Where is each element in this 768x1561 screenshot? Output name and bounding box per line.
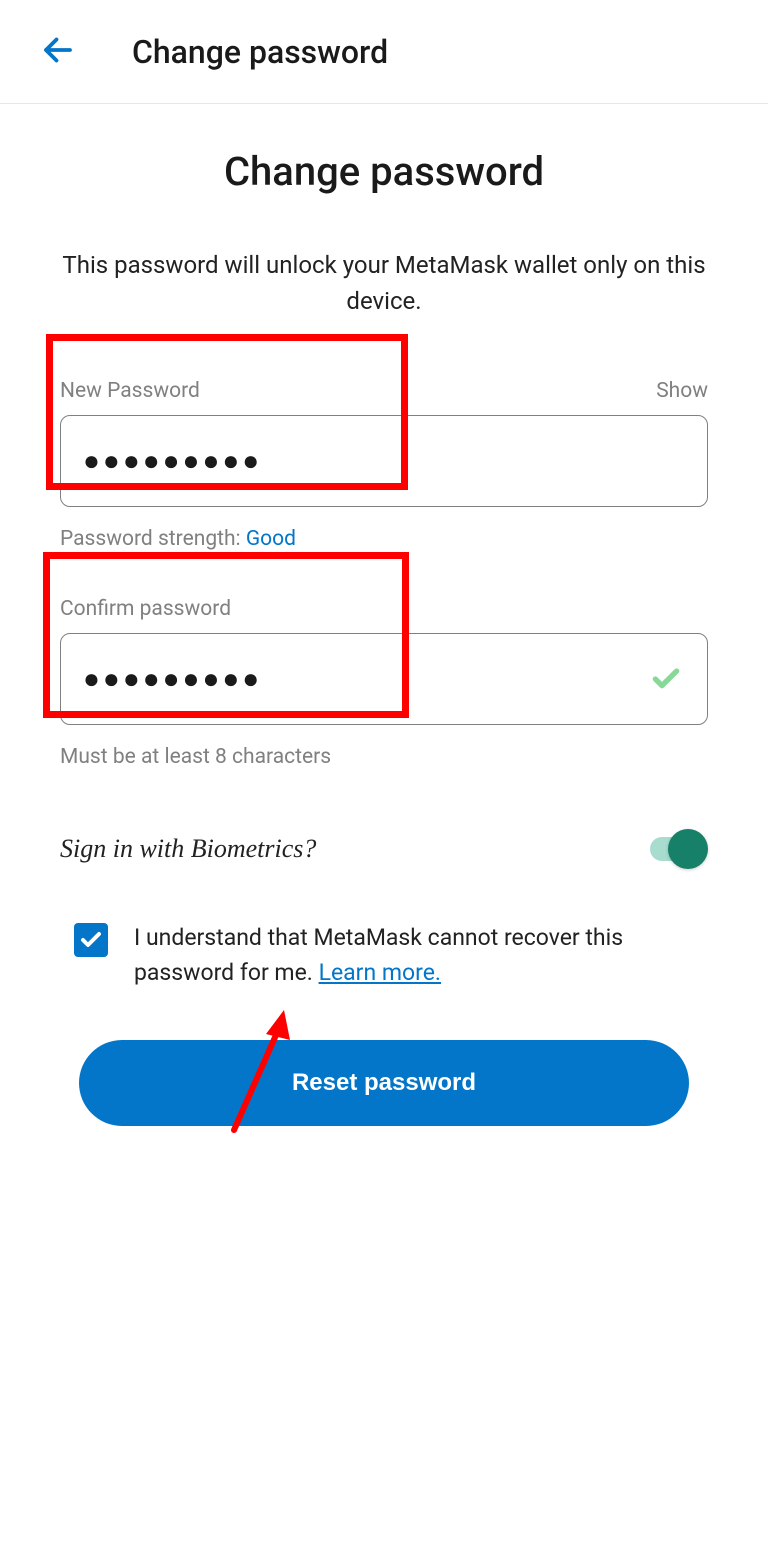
biometrics-label: Sign in with Biometrics?	[60, 834, 316, 864]
biometrics-toggle[interactable]	[650, 829, 708, 869]
confirm-password-hint: Must be at least 8 characters	[60, 745, 708, 769]
password-strength-value: Good	[246, 527, 296, 551]
form: New Password Show Password strength: Goo…	[0, 379, 768, 1126]
back-button[interactable]	[40, 32, 76, 72]
checkbox-check-icon	[79, 928, 103, 952]
page-title: Change password	[0, 148, 768, 195]
header: Change password	[0, 0, 768, 104]
disclaimer-checkbox[interactable]	[74, 923, 108, 957]
disclaimer-text: I understand that MetaMask cannot recove…	[134, 921, 708, 990]
new-password-input[interactable]	[60, 415, 708, 507]
password-strength-label: Password strength:	[60, 527, 246, 551]
biometrics-row: Sign in with Biometrics?	[60, 829, 708, 869]
show-password-toggle[interactable]: Show	[656, 379, 708, 403]
learn-more-link[interactable]: Learn more.	[319, 959, 441, 986]
header-title: Change password	[132, 33, 388, 71]
disclaimer-row: I understand that MetaMask cannot recove…	[60, 921, 708, 990]
confirm-password-field-wrapper: Confirm password Must be at least 8 char…	[60, 597, 708, 769]
new-password-field-wrapper: New Password Show Password strength: Goo…	[60, 379, 708, 551]
password-strength: Password strength: Good	[60, 527, 708, 551]
new-password-label: New Password	[60, 379, 200, 403]
reset-password-button[interactable]: Reset password	[79, 1040, 689, 1126]
page-subtitle: This password will unlock your MetaMask …	[0, 247, 768, 319]
check-icon	[650, 663, 682, 695]
confirm-password-input[interactable]	[60, 633, 708, 725]
arrow-left-icon	[40, 32, 76, 68]
confirm-password-label: Confirm password	[60, 597, 231, 621]
